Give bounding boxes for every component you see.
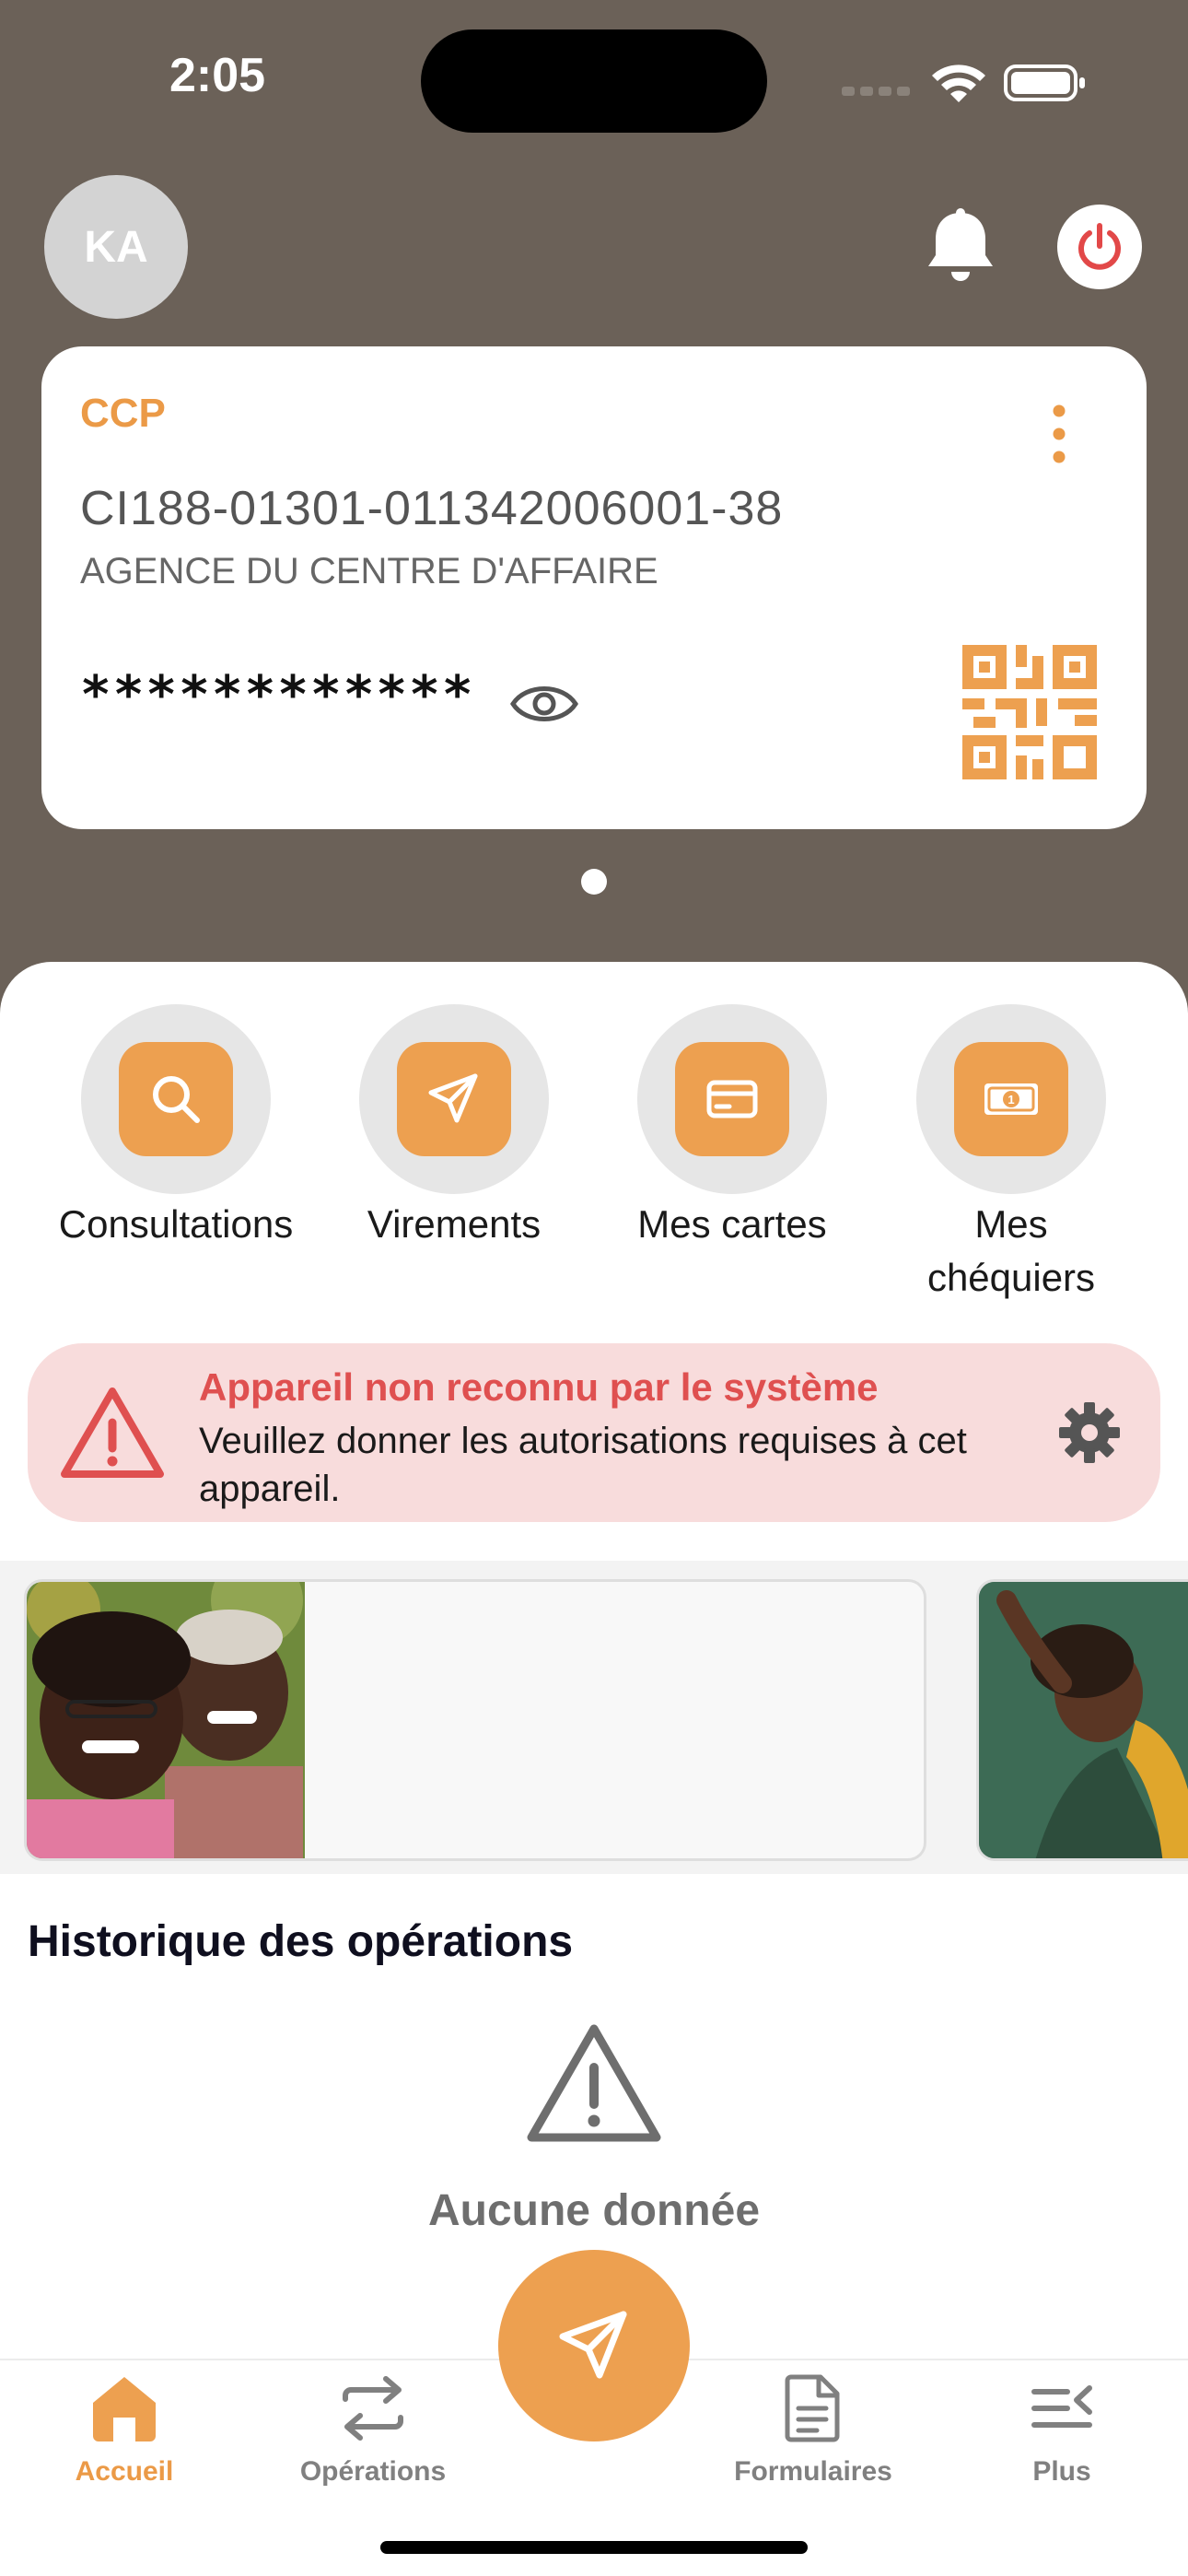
promo-carousel[interactable] [0, 1561, 1188, 1874]
quick-action-label: Mes chéquiers [926, 1202, 1096, 1299]
promo-photo-couple [27, 1582, 305, 1858]
svg-text:1: 1 [1007, 1093, 1014, 1107]
signal-icon [842, 87, 910, 96]
account-card[interactable]: CCP CI188-01301-011342006001-38 AGENCE D… [41, 346, 1147, 829]
avatar[interactable]: KA [44, 175, 188, 319]
quick-action-circle [637, 1004, 827, 1194]
alert-message: Veuillez donner les autorisations requis… [199, 1421, 967, 1509]
home-icon [93, 2377, 156, 2441]
empty-state-text: Aucune donnée [427, 2186, 761, 2235]
promo-banner[interactable] [976, 1579, 1188, 1861]
quick-action-label: Consultations [58, 1202, 294, 1246]
nav-label: Opérations [299, 2456, 447, 2487]
quick-action-circle: 1 [916, 1004, 1106, 1194]
home-indicator[interactable] [380, 2541, 808, 2554]
nav-item-operations[interactable]: Opérations [258, 2371, 488, 2487]
nav-label: Accueil [75, 2456, 174, 2487]
account-balance-masked: ************ [80, 665, 475, 725]
menu-more-icon [1031, 2385, 1092, 2428]
avatar-initials: KA [84, 222, 148, 272]
quick-transfer-button[interactable] [498, 2250, 690, 2441]
account-type: CCP [80, 391, 166, 436]
status-bar: 2:05 [0, 0, 1188, 157]
dynamic-island [421, 29, 767, 133]
history-title: Historique des opérations [28, 1917, 574, 1966]
warning-icon [61, 1388, 164, 1478]
power-icon [1078, 223, 1121, 270]
banknote-icon: 1 [984, 1083, 1038, 1115]
more-options-icon[interactable] [1045, 402, 1073, 466]
document-icon [785, 2374, 840, 2442]
promo-banner[interactable] [24, 1579, 926, 1861]
paper-plane-icon [559, 2311, 627, 2379]
nav-item-formulaires[interactable]: Formulaires [698, 2371, 928, 2487]
search-icon [153, 1076, 200, 1123]
paper-plane-icon [428, 1073, 478, 1123]
promo-photo-woman [979, 1582, 1188, 1858]
logout-button[interactable] [1057, 205, 1142, 289]
quick-action-mes-cartes[interactable]: Mes cartes [594, 1004, 870, 1299]
quick-action-circle [359, 1004, 549, 1194]
nav-item-plus[interactable]: Plus [947, 2371, 1177, 2487]
account-number: CI188-01301-011342006001-38 [80, 482, 784, 535]
warning-icon [527, 2024, 661, 2142]
gear-icon[interactable] [1057, 1400, 1122, 1465]
quick-action-label: Virements [367, 1202, 542, 1246]
quick-action-circle [81, 1004, 271, 1194]
eye-icon[interactable] [509, 678, 579, 730]
battery-icon [1004, 64, 1085, 101]
bell-icon[interactable] [924, 207, 997, 287]
quick-action-virements[interactable]: Virements [316, 1004, 592, 1299]
quick-action-mes-chequiers[interactable]: 1 Mes chéquiers [873, 1004, 1149, 1299]
status-time: 2:05 [169, 49, 266, 102]
nav-item-accueil[interactable]: Accueil [9, 2371, 239, 2487]
status-icons [842, 64, 1085, 102]
nav-label: Plus [1032, 2456, 1091, 2487]
nav-label: Formulaires [734, 2456, 892, 2487]
alert-title: Appareil non reconnu par le système [199, 1365, 879, 1409]
qr-code-icon[interactable] [962, 645, 1097, 779]
transfer-arrows-icon [343, 2376, 403, 2441]
carousel-page-indicator[interactable] [581, 869, 607, 895]
quick-action-label: Mes cartes [637, 1202, 827, 1246]
card-icon [706, 1080, 758, 1118]
device-alert-banner[interactable]: Appareil non reconnu par le système Veui… [28, 1343, 1160, 1522]
quick-action-consultations[interactable]: Consultations [38, 1004, 314, 1299]
account-agency: AGENCE DU CENTRE D'AFFAIRE [80, 551, 658, 591]
wifi-icon [932, 64, 985, 102]
